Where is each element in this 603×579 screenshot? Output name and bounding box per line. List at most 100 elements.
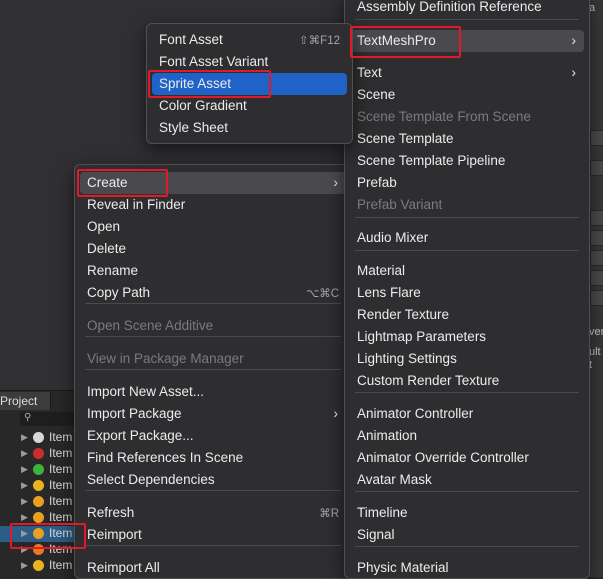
create-item-material[interactable]: Material: [350, 260, 584, 282]
expand-arrow-icon[interactable]: ▶: [21, 560, 28, 571]
create-item-assembly-definition-reference[interactable]: Assembly Definition Reference: [350, 0, 584, 18]
project-tree-item[interactable]: ▶ Item: [0, 462, 76, 478]
menu-item-label: Reimport All: [87, 560, 160, 575]
menu-item-label: TextMeshPro: [357, 33, 436, 48]
expand-arrow-icon[interactable]: ▶: [21, 544, 28, 555]
tmp-item-sprite-asset[interactable]: Sprite Asset: [152, 73, 347, 95]
sprite-thumbnail-icon: [33, 432, 44, 443]
chevron-right-icon: ›: [333, 405, 338, 421]
project-tab[interactable]: Project: [0, 392, 51, 410]
inspector-field[interactable]: [590, 250, 603, 266]
tmp-item-style-sheet[interactable]: Style Sheet: [152, 117, 347, 139]
context-item-find-references-in-scene[interactable]: Find References In Scene: [80, 447, 346, 469]
menu-item-label: Open Scene Additive: [87, 318, 214, 333]
project-tree-item[interactable]: ▶ Item: [0, 526, 76, 542]
expand-arrow-icon[interactable]: ▶: [21, 432, 28, 443]
expand-arrow-icon[interactable]: ▶: [21, 528, 28, 539]
menu-item-label: Rename: [87, 263, 139, 278]
sprite-thumbnail-icon: [33, 464, 44, 475]
expand-arrow-icon[interactable]: ▶: [21, 448, 28, 459]
context-item-open[interactable]: Open: [80, 216, 346, 238]
project-tree-item-label: Item: [49, 430, 73, 444]
context-item-view-in-package-manager: View in Package Manager: [80, 348, 346, 370]
create-item-custom-render-texture[interactable]: Custom Render Texture: [350, 370, 584, 392]
project-tree-item[interactable]: ▶ Item: [0, 446, 76, 462]
create-item-textmeshpro[interactable]: TextMeshPro ›: [350, 30, 584, 52]
create-item-scene-template[interactable]: Scene Template: [350, 128, 584, 150]
sprite-thumbnail-icon: [33, 560, 44, 571]
create-item-scene-template-pipeline[interactable]: Scene Template Pipeline: [350, 150, 584, 172]
create-item-text[interactable]: Text ›: [350, 62, 584, 84]
project-tree-item[interactable]: ▶ Item: [0, 494, 76, 510]
create-item-signal[interactable]: Signal: [350, 524, 584, 546]
create-item-render-texture[interactable]: Render Texture: [350, 304, 584, 326]
create-item-animator-controller[interactable]: Animator Controller: [350, 403, 584, 425]
menu-item-label: Physic Material: [357, 560, 449, 575]
expand-arrow-icon[interactable]: ▶: [21, 480, 28, 491]
create-item-animation[interactable]: Animation: [350, 425, 584, 447]
project-tree-item[interactable]: ▶ Item: [0, 510, 76, 526]
inspector-field[interactable]: [590, 210, 603, 226]
project-tree-item[interactable]: ▶ Item: [0, 558, 76, 574]
project-tree-item[interactable]: ▶ Item: [0, 542, 76, 558]
project-search-input[interactable]: ⚲: [20, 412, 76, 426]
menu-item-label: Prefab: [357, 175, 397, 190]
project-tab-label: Project: [0, 394, 38, 408]
context-item-rename[interactable]: Rename: [80, 260, 346, 282]
expand-arrow-icon[interactable]: ▶: [21, 496, 28, 507]
menu-item-label: Select Dependencies: [87, 472, 215, 487]
create-item-timeline[interactable]: Timeline: [350, 502, 584, 524]
menu-item-label: Open: [87, 219, 121, 234]
context-item-create[interactable]: Create ›: [80, 172, 346, 194]
menu-item-label: Refresh: [87, 505, 135, 520]
context-item-reimport[interactable]: Reimport: [80, 524, 346, 546]
context-item-reimport-all[interactable]: Reimport All: [80, 557, 346, 579]
create-item-lens-flare[interactable]: Lens Flare: [350, 282, 584, 304]
inspector-field[interactable]: [590, 290, 603, 306]
create-item-lighting-settings[interactable]: Lighting Settings: [350, 348, 584, 370]
menu-item-label: Style Sheet: [159, 120, 229, 135]
menu-item-label: Reimport: [87, 527, 142, 542]
tmp-item-font-asset-variant[interactable]: Font Asset Variant: [152, 51, 347, 73]
chevron-right-icon: ›: [571, 32, 576, 48]
context-item-refresh[interactable]: Refresh ⌘R: [80, 502, 346, 524]
inspector-field[interactable]: [590, 270, 603, 286]
menu-item-label: Prefab Variant: [357, 197, 443, 212]
project-tree-item-label: Item: [49, 558, 73, 572]
create-item-audio-mixer[interactable]: Audio Mixer: [350, 227, 584, 249]
context-item-select-dependencies[interactable]: Select Dependencies: [80, 469, 346, 491]
create-item-scene[interactable]: Scene: [350, 84, 584, 106]
inspector-field[interactable]: [590, 230, 603, 246]
menu-item-label: Lightmap Parameters: [357, 329, 487, 344]
expand-arrow-icon[interactable]: ▶: [21, 464, 28, 475]
menu-item-label: Animation: [357, 428, 418, 443]
context-item-import-new-asset[interactable]: Import New Asset...: [80, 381, 346, 403]
inspector-text: ult: [589, 346, 601, 358]
expand-arrow-icon[interactable]: ▶: [21, 512, 28, 523]
menu-item-label: Reveal in Finder: [87, 197, 186, 212]
chevron-right-icon: ›: [333, 174, 338, 190]
context-item-export-package[interactable]: Export Package...: [80, 425, 346, 447]
create-item-scene-template-from-scene: Scene Template From Scene: [350, 106, 584, 128]
menu-separator: [85, 369, 341, 370]
context-item-import-package[interactable]: Import Package ›: [80, 403, 346, 425]
context-item-reveal-in-finder[interactable]: Reveal in Finder: [80, 194, 346, 216]
create-item-avatar-mask[interactable]: Avatar Mask: [350, 469, 584, 491]
shortcut-label: ⇧⌘F12: [299, 35, 340, 47]
create-item-lightmap-parameters[interactable]: Lightmap Parameters: [350, 326, 584, 348]
context-item-delete[interactable]: Delete: [80, 238, 346, 260]
create-item-prefab[interactable]: Prefab: [350, 172, 584, 194]
create-item-animator-override-controller[interactable]: Animator Override Controller: [350, 447, 584, 469]
menu-item-label: Avatar Mask: [357, 472, 432, 487]
tmp-item-color-gradient[interactable]: Color Gradient: [152, 95, 347, 117]
tmp-item-font-asset[interactable]: Font Asset ⇧⌘F12: [152, 29, 347, 51]
menu-separator: [355, 51, 579, 52]
menu-item-label: Scene Template: [357, 131, 454, 146]
project-tree-item[interactable]: ▶ Item: [0, 430, 76, 446]
create-item-physic-material[interactable]: Physic Material: [350, 557, 584, 579]
project-tree-item[interactable]: ▶ Item: [0, 478, 76, 494]
inspector-field[interactable]: [590, 130, 603, 146]
inspector-field[interactable]: [590, 160, 603, 176]
context-item-copy-path[interactable]: Copy Path ⌥⌘C: [80, 282, 346, 304]
menu-item-label: Material: [357, 263, 406, 278]
